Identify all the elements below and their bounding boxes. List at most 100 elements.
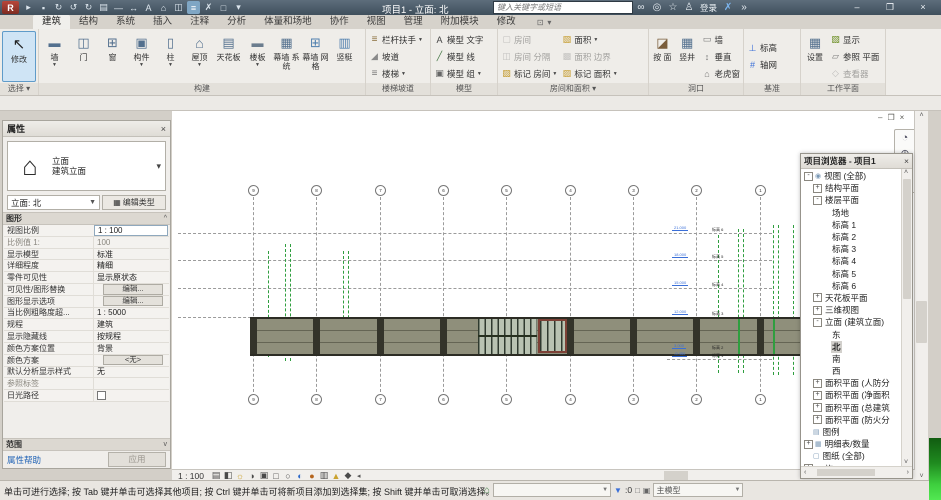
view-minimize-icon[interactable]: – <box>878 113 882 122</box>
grid-bubble-bottom[interactable]: 8 <box>311 394 322 405</box>
button-柱[interactable]: ▯柱▼ <box>156 30 185 83</box>
browser-vscroll[interactable]: ˄˅ <box>901 169 912 466</box>
exchange-apps-icon[interactable]: ✗ <box>720 2 736 13</box>
tree-item-面积平面 (人防分[interactable]: +面积平面 (人防分 <box>801 377 901 389</box>
switch-windows-icon[interactable]: □ <box>217 1 230 14</box>
button-天花板[interactable]: ▤天花板 <box>214 30 243 83</box>
tree-item-视图 (全部)[interactable]: -◉视图 (全部) <box>801 170 901 182</box>
button-显示[interactable]: ▧显示 <box>828 31 881 48</box>
revit-logo[interactable]: R <box>2 1 19 14</box>
tree-item-三维视图[interactable]: +三维视图 <box>801 304 901 316</box>
collapse-icon[interactable]: - <box>813 318 822 327</box>
signin-label[interactable]: 登录 <box>700 2 717 14</box>
tab-插入[interactable]: 插入 <box>144 15 181 29</box>
tree-item-标高 1[interactable]: 标高 1 <box>801 219 901 231</box>
section-extents[interactable]: 范围v <box>3 438 170 451</box>
favorites-icon[interactable]: ☆ <box>665 2 681 13</box>
browser-hscroll-thumb[interactable] <box>817 469 875 476</box>
tab-管理[interactable]: 管理 <box>395 15 432 29</box>
button-栏杆扶手[interactable]: ≡栏杆扶手▼ <box>367 31 425 48</box>
level-marker[interactable]: 15.000标高 4 <box>672 282 756 291</box>
column[interactable] <box>250 319 257 354</box>
restore-button[interactable]: ❐ <box>881 0 899 14</box>
view-scale-button[interactable]: 1 : 100 <box>172 471 210 481</box>
tree-item-明细表/数量[interactable]: +▦明细表/数量 <box>801 438 901 450</box>
minimize-button[interactable]: – <box>848 0 866 14</box>
tab-视图[interactable]: 视图 <box>358 15 395 29</box>
steering-wheel-icon[interactable]: ◔ <box>902 132 909 144</box>
search-icon[interactable]: ∞ <box>633 2 649 13</box>
grid-bubble-bottom[interactable]: 2 <box>691 394 702 405</box>
default-3d-view-icon[interactable]: ⌂ <box>157 1 170 14</box>
button-坡道[interactable]: ◢坡道 <box>367 48 425 65</box>
tree-item-标高 6[interactable]: 标高 6 <box>801 280 901 292</box>
tree-item-标高 4[interactable]: 标高 4 <box>801 255 901 267</box>
tab-附加模块[interactable]: 附加模块 <box>432 15 488 29</box>
panel-label-5[interactable]: 洞口 <box>649 83 743 95</box>
button-模型线[interactable]: ╱模型 线 <box>432 48 485 65</box>
level-marker[interactable]: 18.000标高 5 <box>672 254 756 263</box>
level-marker[interactable]: 12.000标高 3 <box>672 311 756 320</box>
text-icon[interactable]: A <box>142 1 155 14</box>
grid-bubble-bottom[interactable]: 6 <box>438 394 449 405</box>
button-设置[interactable]: ▦设置 <box>802 30 828 83</box>
search-input[interactable] <box>493 1 633 14</box>
workset-dropdown[interactable]: ▼ <box>493 483 611 497</box>
property-edit-button[interactable]: <无> <box>103 355 163 366</box>
filter-icon[interactable]: ▼ <box>614 486 622 495</box>
undo-icon[interactable]: ↺ <box>67 1 80 14</box>
button-标记房间[interactable]: ▨标记 房间▼ <box>499 65 559 82</box>
scroll-left-icon[interactable]: ‹ <box>801 469 809 476</box>
tab-系统[interactable]: 系统 <box>107 15 144 29</box>
scroll-up-icon[interactable]: ˄ <box>915 112 928 119</box>
button-幕墙网格[interactable]: ⊞幕墙 网格 <box>301 30 330 83</box>
tree-item-图例[interactable]: ▤图例 <box>801 426 901 438</box>
canvas-vscroll[interactable]: ˄˅ <box>914 111 928 481</box>
grid-bubble-top[interactable]: 4 <box>565 185 576 196</box>
tree-item-面积平面 (总建筑[interactable]: +面积平面 (总建筑 <box>801 402 901 414</box>
button-楼板[interactable]: ▬楼板▼ <box>243 30 272 83</box>
level-marker[interactable]: -0.450标高 1 <box>672 353 756 362</box>
tab-体量和场地[interactable]: 体量和场地 <box>255 15 321 29</box>
grid-bubble-top[interactable]: 5 <box>501 185 512 196</box>
grid-bubble-top[interactable]: 7 <box>375 185 386 196</box>
tab-分析[interactable]: 分析 <box>218 15 255 29</box>
column[interactable] <box>313 319 320 354</box>
close-icon[interactable]: × <box>161 124 166 134</box>
unlocked-view-icon[interactable]: ○ <box>282 471 294 481</box>
close-icon[interactable]: × <box>904 156 909 166</box>
button-轴网[interactable]: #轴网 <box>745 57 779 74</box>
button-屋顶[interactable]: ⌂屋顶▼ <box>185 30 214 83</box>
close-button[interactable]: × <box>914 0 932 14</box>
expand-icon[interactable]: + <box>813 403 822 412</box>
communication-center-icon[interactable]: ◎ <box>649 2 665 13</box>
expand-icon[interactable]: v <box>164 441 168 448</box>
grid-bubble-bottom[interactable]: 7 <box>375 394 386 405</box>
signin-icon[interactable]: ♙ <box>681 2 697 13</box>
exclude-options-icon[interactable]: ▣ <box>643 486 651 495</box>
tree-item-标高 2[interactable]: 标高 2 <box>801 231 901 243</box>
save-icon[interactable]: ▪ <box>37 1 50 14</box>
expand-icon[interactable]: + <box>804 440 813 449</box>
button-墙[interactable]: ▭墙 <box>699 31 742 48</box>
canvas-vscroll-thumb[interactable] <box>916 301 927 343</box>
scroll-left-icon[interactable]: ◂ <box>354 472 364 480</box>
selected-curtain-grid[interactable] <box>773 319 775 354</box>
reveal-hidden-icon[interactable]: ● <box>306 471 318 481</box>
tree-item-图纸 (全部)[interactable]: ▢图纸 (全部) <box>801 450 901 462</box>
button-标高[interactable]: ⊥标高 <box>745 40 779 57</box>
button-按面[interactable]: ◪按 面 <box>650 30 675 83</box>
expand-icon[interactable]: + <box>813 391 822 400</box>
expand-icon[interactable]: + <box>813 293 822 302</box>
customize-qat-icon[interactable]: ▾ <box>232 1 245 14</box>
expand-icon[interactable]: » <box>736 2 752 13</box>
scroll-down-icon[interactable]: ˅ <box>901 459 911 466</box>
button-门[interactable]: ◫门 <box>69 30 98 83</box>
tree-item-东[interactable]: 东 <box>801 328 901 340</box>
view-restore-icon[interactable]: ❐ <box>887 113 894 122</box>
crop-region-icon[interactable]: □ <box>270 471 282 481</box>
grid-bubble-bottom[interactable]: 4 <box>565 394 576 405</box>
button-参照平面[interactable]: ▱参照 平面 <box>828 48 881 65</box>
column[interactable] <box>440 319 447 354</box>
grid-bubble-top[interactable]: 2 <box>691 185 702 196</box>
